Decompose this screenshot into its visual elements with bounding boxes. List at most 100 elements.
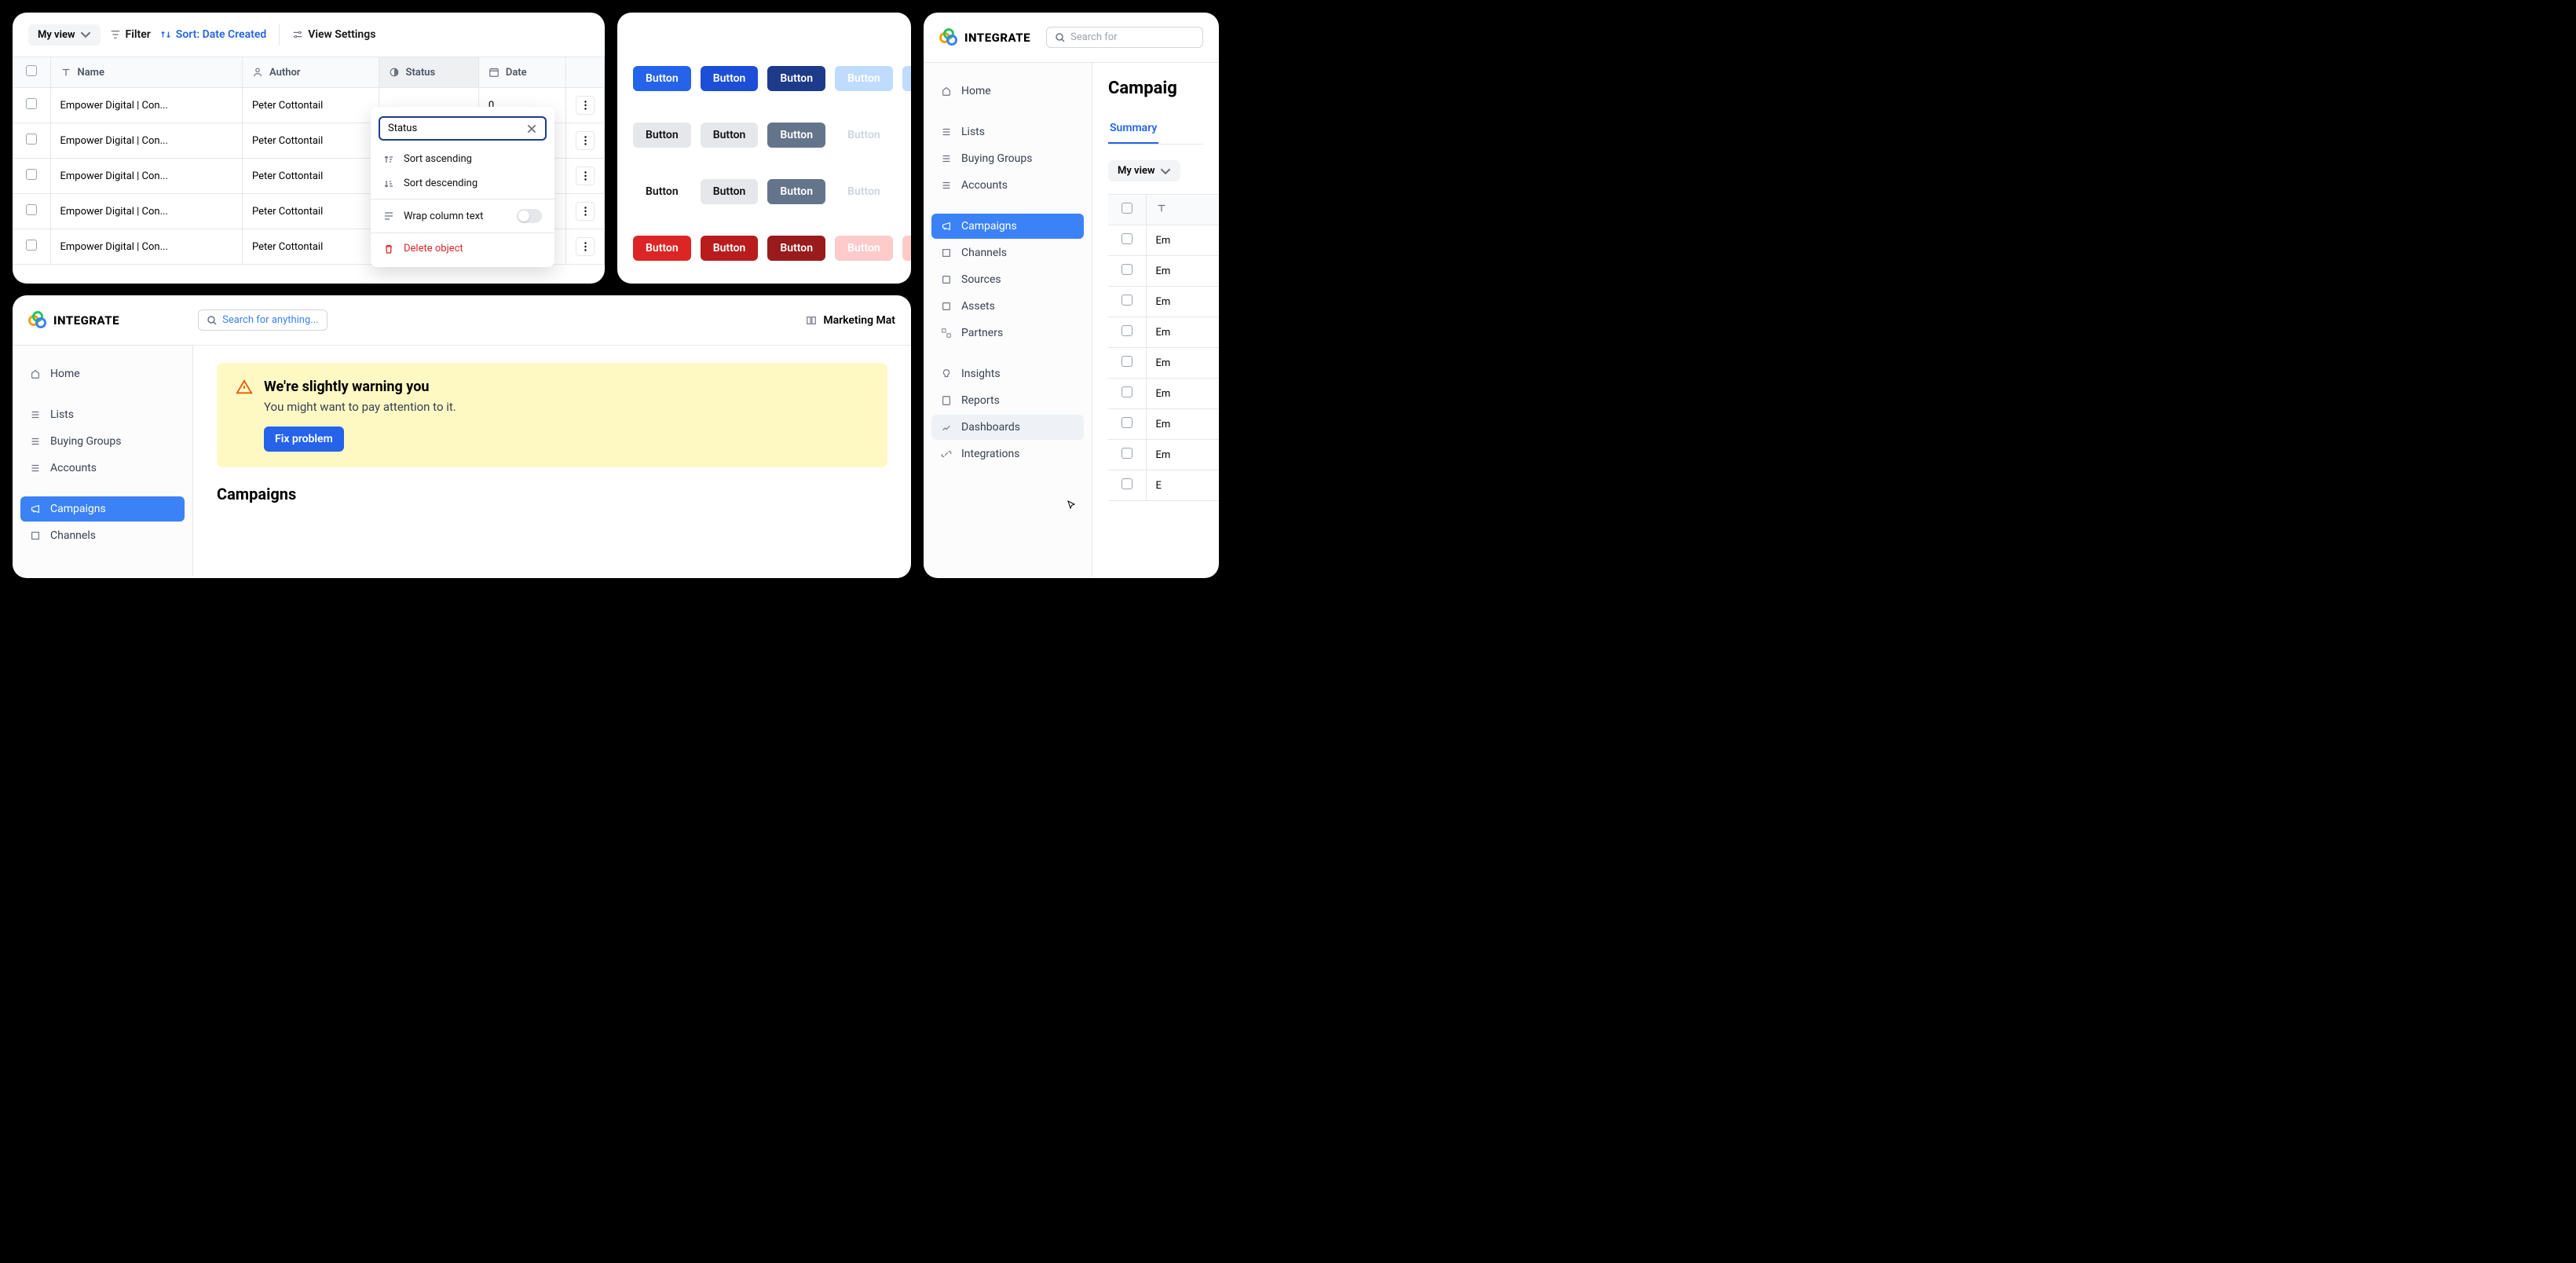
sort-button[interactable]: Sort: Date Created: [160, 28, 266, 41]
row-menu-button[interactable]: [576, 202, 595, 221]
button-secondary-hover[interactable]: Button: [701, 123, 759, 148]
nav-channels[interactable]: Channels: [20, 523, 185, 548]
checkbox-icon[interactable]: [26, 169, 37, 180]
mini-col-name[interactable]: [1146, 195, 1219, 225]
fix-problem-button[interactable]: Fix problem: [264, 426, 344, 452]
table-row[interactable]: Em: [1108, 379, 1219, 409]
cell-name: Em: [1146, 256, 1219, 287]
button-ghost[interactable]: Button: [633, 179, 691, 204]
nav-accounts[interactable]: Accounts: [20, 456, 185, 481]
button-danger-hover[interactable]: Button: [701, 236, 759, 261]
button-secondary[interactable]: Button: [633, 123, 691, 148]
sort-ascending[interactable]: Sort ascending: [371, 147, 554, 171]
row-menu-button[interactable]: [576, 167, 595, 185]
table-row[interactable]: Em: [1108, 440, 1219, 470]
list-icon: [30, 409, 41, 420]
button-primary[interactable]: Button: [633, 66, 691, 91]
column-checkbox[interactable]: [13, 57, 50, 88]
button-row-ghost: Button Button Button Button: [633, 179, 895, 204]
logo[interactable]: INTEGRATE: [939, 28, 1030, 47]
nav-dashboards[interactable]: Dashboards: [931, 415, 1084, 440]
tab-summary[interactable]: Summary: [1108, 114, 1158, 144]
checkbox-icon[interactable]: [1122, 417, 1132, 428]
wrap-text[interactable]: Wrap column text: [371, 203, 554, 229]
button-primary-hover[interactable]: Button: [701, 66, 759, 91]
table-row[interactable]: E: [1108, 470, 1219, 501]
checkbox-icon[interactable]: [26, 98, 37, 109]
nav-home[interactable]: Home: [931, 79, 1084, 104]
nav-integrations[interactable]: Integrations: [931, 441, 1084, 467]
button-ghost-hover[interactable]: Button: [701, 179, 759, 204]
view-selector[interactable]: My view: [1108, 160, 1180, 181]
checkbox-icon[interactable]: [1122, 478, 1132, 489]
delete-object[interactable]: Delete object: [371, 236, 554, 261]
nav-lists[interactable]: Lists: [931, 119, 1084, 145]
nav-partners[interactable]: Partners: [931, 320, 1084, 346]
nav-home[interactable]: Home: [20, 361, 185, 386]
checkbox-icon[interactable]: [26, 240, 37, 251]
nav-campaigns[interactable]: Campaigns: [20, 496, 185, 522]
table-row[interactable]: Em: [1108, 225, 1219, 256]
close-icon[interactable]: [526, 123, 537, 134]
logo[interactable]: INTEGRATE: [28, 311, 119, 330]
marketing-link[interactable]: Marketing Mat: [806, 314, 895, 327]
sidebar: Home Lists Buying Groups Accounts Campai…: [13, 346, 193, 577]
button-danger-active[interactable]: Button: [767, 236, 825, 261]
page-title: Campaig: [1108, 79, 1203, 98]
toggle[interactable]: [517, 209, 542, 223]
nav-accounts[interactable]: Accounts: [931, 173, 1084, 198]
app-panel-bottom: INTEGRATE Search for anything... Marketi…: [13, 295, 911, 578]
row-menu-button[interactable]: [576, 131, 595, 150]
button-primary-active[interactable]: Button: [767, 66, 825, 91]
view-settings-button[interactable]: View Settings: [292, 28, 375, 41]
table-row[interactable]: Em: [1108, 287, 1219, 317]
checkbox-icon[interactable]: [26, 204, 37, 215]
insights-icon: [941, 368, 952, 379]
button-danger[interactable]: Button: [633, 236, 691, 261]
nav-buying-groups[interactable]: Buying Groups: [20, 429, 185, 454]
row-menu-button[interactable]: [576, 96, 595, 115]
checkbox-icon[interactable]: [1122, 325, 1132, 336]
nav-lists[interactable]: Lists: [20, 402, 185, 427]
button-ghost-disabled: Button: [835, 179, 893, 204]
nav-buying-groups[interactable]: Buying Groups: [931, 146, 1084, 171]
cell-name: Em: [1146, 440, 1219, 470]
checkbox-icon[interactable]: [26, 134, 37, 145]
logo-icon: [939, 28, 958, 47]
checkbox-icon[interactable]: [1122, 386, 1132, 397]
table-row[interactable]: Em: [1108, 409, 1219, 440]
integrations-icon: [941, 448, 952, 459]
nav-insights[interactable]: Insights: [931, 361, 1084, 386]
column-status[interactable]: Status: [379, 57, 478, 88]
mini-col-check[interactable]: [1108, 195, 1146, 225]
button-secondary-active[interactable]: Button: [767, 123, 825, 148]
nav-channels[interactable]: Channels: [931, 240, 1084, 265]
accounts-icon: [30, 463, 41, 474]
filter-button[interactable]: Filter: [110, 28, 151, 41]
search-input[interactable]: Search for: [1046, 27, 1203, 48]
checkbox-icon[interactable]: [1122, 233, 1132, 244]
checkbox-icon[interactable]: [1122, 448, 1132, 459]
dropdown-title-input[interactable]: Status: [379, 116, 547, 141]
checkbox-icon[interactable]: [1122, 264, 1132, 275]
table-row[interactable]: Em: [1108, 256, 1219, 287]
button-ghost-active[interactable]: Button: [767, 179, 825, 204]
column-name[interactable]: Name: [50, 57, 242, 88]
table-row[interactable]: Em: [1108, 317, 1219, 348]
view-selector[interactable]: My view: [28, 24, 101, 46]
sort-descending[interactable]: Sort descending: [371, 171, 554, 196]
nav-assets[interactable]: Assets: [931, 294, 1084, 319]
cell-name: Em: [1146, 409, 1219, 440]
checkbox-icon[interactable]: [1122, 356, 1132, 367]
nav-campaigns[interactable]: Campaigns: [931, 214, 1084, 239]
button-row-secondary: Button Button Button Button: [633, 123, 895, 148]
table-row[interactable]: Em: [1108, 348, 1219, 379]
checkbox-icon[interactable]: [1122, 295, 1132, 306]
row-menu-button[interactable]: [576, 237, 595, 256]
column-date[interactable]: Date: [478, 57, 565, 88]
column-author[interactable]: Author: [242, 57, 379, 88]
nav-reports[interactable]: Reports: [931, 388, 1084, 413]
assets-icon: [941, 301, 952, 312]
search-input[interactable]: Search for anything...: [198, 309, 327, 331]
nav-sources[interactable]: Sources: [931, 267, 1084, 292]
